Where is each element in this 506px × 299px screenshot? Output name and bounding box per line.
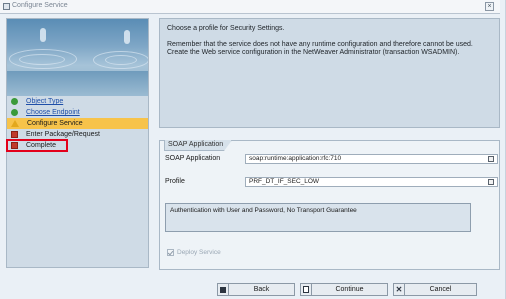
step-enter-package-request: Enter Package/Request <box>7 129 148 140</box>
profile-description-box: Authentication with User and Password, N… <box>165 203 471 232</box>
configure-service-window: Configure Service × Object Type Choose E… <box>0 0 506 299</box>
step-label[interactable]: Choose Endpoint <box>26 109 80 116</box>
step-label: Enter Package/Request <box>26 131 100 138</box>
info-panel: Choose a profile for Security Settings. … <box>159 18 500 128</box>
wizard-steps-list: Object Type Choose Endpoint Configure Se… <box>6 96 148 152</box>
window-title: Configure Service <box>12 2 68 9</box>
deploy-service-label: Deploy Service <box>177 249 221 256</box>
step-label: Complete <box>26 142 56 149</box>
close-icon[interactable]: × <box>485 2 494 11</box>
deploy-service-checkbox[interactable]: Deploy Service <box>167 249 221 256</box>
profile-field[interactable]: PRF_DT_IF_SEC_LOW <box>245 176 498 187</box>
soap-application-row: SOAP Application soap:runtime:applicatio… <box>165 153 498 164</box>
profile-row: Profile PRF_DT_IF_SEC_LOW <box>165 176 498 187</box>
checkbox-icon[interactable] <box>167 249 174 256</box>
wizard-steps-panel: Object Type Choose Endpoint Configure Se… <box>6 18 149 268</box>
soap-application-label: SOAP Application <box>165 155 221 162</box>
soap-application-group: SOAP Application SOAP Application soap:r… <box>159 140 500 270</box>
step-object-type[interactable]: Object Type <box>7 96 148 107</box>
step-configure-service: Configure Service <box>7 118 148 129</box>
save-icon <box>218 284 229 295</box>
pending-icon <box>11 131 18 138</box>
soap-application-field[interactable]: soap:runtime:application:rfc:710 <box>245 153 498 164</box>
water-drop-image <box>7 19 148 96</box>
check-icon <box>11 109 18 116</box>
page-icon <box>301 284 312 295</box>
continue-button[interactable]: Continue <box>300 283 388 296</box>
title-bar: Configure Service × <box>0 0 500 14</box>
cancel-icon: ✕ <box>394 284 405 295</box>
cancel-button-label: Cancel <box>429 286 452 293</box>
profile-value: PRF_DT_IF_SEC_LOW <box>249 177 320 185</box>
step-choose-endpoint[interactable]: Choose Endpoint <box>7 107 148 118</box>
step-label[interactable]: Object Type <box>26 98 63 105</box>
info-heading: Choose a profile for Security Settings. <box>167 25 285 32</box>
warning-icon <box>11 120 19 127</box>
value-help-icon[interactable] <box>488 155 494 162</box>
soap-application-value: soap:runtime:application:rfc:710 <box>249 154 342 162</box>
continue-button-label: Continue <box>335 286 364 293</box>
profile-label: Profile <box>165 178 185 185</box>
step-label: Configure Service <box>27 120 83 127</box>
cancel-button[interactable]: ✕ Cancel <box>393 283 477 296</box>
profile-description: Authentication with User and Password, N… <box>170 207 357 214</box>
section-title: SOAP Application <box>164 140 233 151</box>
back-button[interactable]: Back <box>217 283 295 296</box>
check-icon <box>11 98 18 105</box>
step-complete: Complete <box>6 139 68 152</box>
pending-icon <box>11 142 18 149</box>
back-button-label: Back <box>253 286 270 293</box>
value-help-icon[interactable] <box>488 178 494 185</box>
info-text: Remember that the service does not have … <box>167 41 473 56</box>
window-icon <box>3 3 10 10</box>
